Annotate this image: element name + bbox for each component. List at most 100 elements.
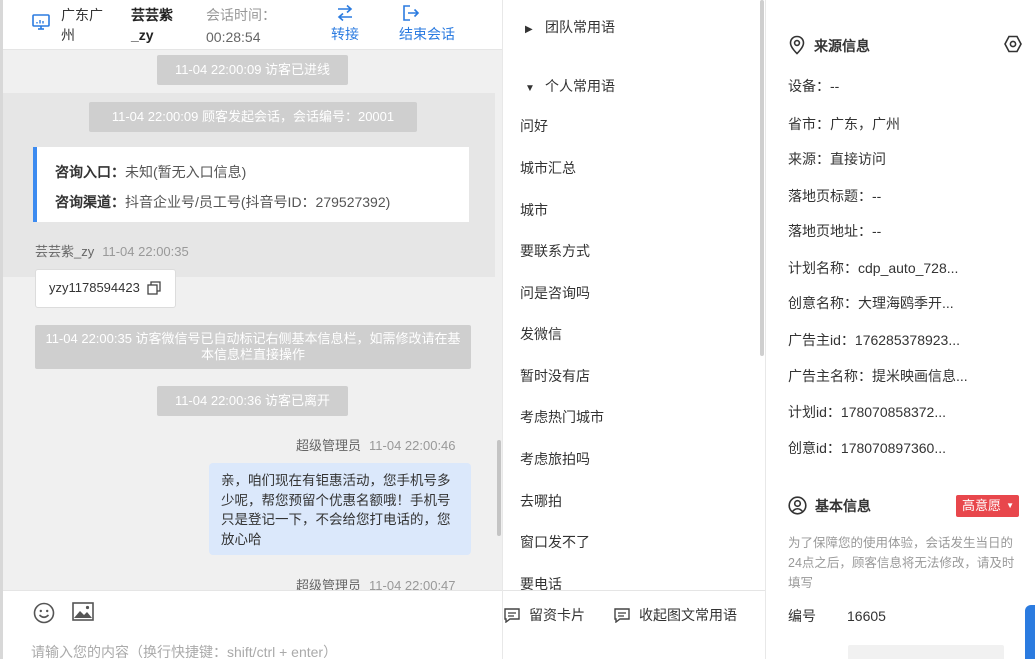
page-scrollbar[interactable] (1025, 605, 1035, 659)
message-icon (614, 608, 630, 624)
info-row-landing-title: 落地页标题：-- (788, 186, 1028, 206)
info-row-creative-name: 创意名称：大理海鸥季开... (788, 293, 1028, 313)
info-label: 计划id： (788, 404, 841, 420)
settings-icon[interactable] (1003, 34, 1023, 54)
channel-line: 咨询渠道：抖音企业号/员工号(抖音号ID：279527392) (55, 187, 469, 217)
team-phrases-label: 团队常用语 (545, 19, 615, 35)
info-row-province: 省市：广东，广州 (788, 114, 1028, 134)
info-row-advertiser-id: 广告主id：176285378923... (788, 330, 1028, 350)
phrases-scrollbar[interactable] (760, 0, 764, 356)
collapse-phrases-button[interactable]: 收起图文常用语 (613, 605, 737, 625)
visitor-info-panel: 来源信息 设备：-- 省市：广东，广州 来源：直接访问 落地页标题：-- 落地页… (766, 0, 1035, 659)
info-value: 大理海鸥季开... (858, 295, 954, 311)
admin-time: 11-04 22:00:46 (369, 438, 456, 453)
info-label: 落地页标题： (788, 188, 872, 204)
message-input[interactable] (31, 641, 491, 659)
caret-right-icon: ▶ (525, 24, 533, 35)
info-value: 178070858372... (840, 404, 947, 420)
info-label: 创意id： (788, 440, 841, 456)
system-message-session-start: 11-04 22:00:09 顾客发起会话，会话编号：20001 (89, 102, 417, 132)
id-label: 编号 (788, 608, 816, 624)
entry-line: 咨询入口：未知(暂无入口信息) (55, 157, 469, 187)
phrase-item[interactable]: 问好 (520, 116, 548, 136)
info-value: -- (872, 223, 882, 239)
copy-icon[interactable] (147, 281, 161, 295)
info-label: 计划名称： (788, 260, 858, 276)
info-row-landing-url: 落地页地址：-- (788, 221, 1028, 241)
phrase-item[interactable]: 去哪拍 (520, 491, 562, 511)
image-icon[interactable] (71, 601, 95, 623)
info-label: 广告主id： (788, 332, 855, 348)
phrase-item[interactable]: 城市 (520, 200, 548, 220)
session-time-label: 会话时间： (206, 7, 276, 23)
info-value: -- (830, 78, 840, 94)
visitor-message-meta: 芸芸紫_zy 11-04 22:00:35 (35, 243, 189, 261)
info-row-plan-name: 计划名称：cdp_auto_728... (788, 258, 1028, 278)
phrase-item[interactable]: 发微信 (520, 324, 562, 344)
info-value: 广东，广州 (830, 116, 900, 132)
entry-value: 未知(暂无入口信息) (125, 164, 247, 180)
end-session-button[interactable]: 结束会话 (399, 4, 471, 44)
intent-level-dropdown[interactable]: 高意愿 ▼ (956, 495, 1020, 517)
system-message-wechat: 11-04 22:00:35 访客微信号已自动标记右侧基本信息栏，如需修改请在基… (35, 325, 471, 369)
id-value: 16605 (847, 608, 886, 624)
lead-card-label: 留资卡片 (529, 607, 585, 623)
info-value: -- (872, 188, 882, 204)
chat-panel: 广东广州 芸芸紫_zy 会话时间： 00:28:54 转接 结束会话 11-04… (0, 0, 502, 659)
phrases-footer: 留资卡片 收起图文常用语 (503, 590, 765, 659)
info-label: 广告主名称： (788, 368, 872, 384)
transfer-button[interactable]: 转接 (325, 4, 365, 44)
admin-message-text: 亲，咱们现在有钜惠活动，您手机号多少呢，帮您预留个优惠名额哦！手机号只是登记一下… (221, 473, 451, 547)
personal-phrases-group[interactable]: ▼ 个人常用语 (525, 76, 615, 99)
system-message-left: 11-04 22:00:36 访客已离开 (157, 386, 348, 416)
basic-info-title: 基本信息 (788, 496, 871, 516)
visitor-location: 广东广州 (61, 7, 103, 43)
info-value: 直接访问 (830, 151, 886, 167)
transfer-icon (337, 4, 353, 22)
phrase-item[interactable]: 问是咨询吗 (520, 283, 590, 303)
info-label: 落地页地址： (788, 223, 872, 239)
info-row-source: 来源：直接访问 (788, 149, 1028, 169)
admin-time-2: 11-04 22:00:47 (369, 578, 456, 590)
info-value: cdp_auto_728... (858, 260, 959, 276)
info-label: 设备： (788, 78, 830, 94)
info-label: 创意名称： (788, 295, 858, 311)
monitor-icon (32, 14, 50, 30)
entry-label: 咨询入口： (55, 164, 125, 180)
chat-scrollbar[interactable] (497, 440, 501, 536)
info-row-device: 设备：-- (788, 76, 1028, 96)
caret-down-icon: ▼ (525, 83, 535, 94)
info-label: 来源： (788, 151, 830, 167)
phrase-item[interactable]: 窗口发不了 (520, 532, 590, 552)
transfer-label: 转接 (331, 26, 359, 42)
exit-icon (403, 5, 420, 21)
emoji-icon[interactable] (33, 602, 55, 624)
user-icon (788, 496, 807, 515)
phrase-item[interactable]: 考虑旅拍吗 (520, 449, 590, 469)
admin-sender: 超级管理员 (296, 438, 362, 453)
visitor-message-bubble: yzy1178594423 (35, 269, 176, 308)
admin-sender-2: 超级管理员 (296, 578, 362, 590)
collapse-phrases-label: 收起图文常用语 (639, 607, 737, 623)
info-value: 176285378923... (854, 332, 961, 348)
info-value: 178070897360... (840, 440, 947, 456)
phrase-item[interactable]: 城市汇总 (520, 158, 576, 178)
team-phrases-group[interactable]: ▶ 团队常用语 (525, 17, 615, 40)
chat-header: 广东广州 芸芸紫_zy 会话时间： 00:28:54 转接 结束会话 (3, 0, 502, 50)
lead-card-button[interactable]: 留资卡片 (503, 605, 585, 625)
partial-input-field[interactable] (848, 645, 1004, 659)
source-info-label: 来源信息 (814, 38, 870, 54)
location-pin-icon (789, 35, 805, 55)
phrase-item[interactable]: 暂时没有店 (520, 366, 590, 386)
phrase-item[interactable]: 考虑热门城市 (520, 407, 604, 427)
caret-down-icon: ▼ (1006, 501, 1015, 510)
channel-value: 抖音企业号/员工号(抖音号ID：279527392) (125, 194, 391, 210)
channel-label: 咨询渠道： (55, 194, 125, 210)
visitor-sender: 芸芸紫_zy (35, 244, 95, 259)
message-list[interactable]: 11-04 22:00:09 访客已进线 11-04 22:00:09 顾客发起… (3, 50, 502, 590)
info-row-plan-id: 计划id：178070858372... (788, 402, 1028, 422)
visitor-time: 11-04 22:00:35 (102, 244, 189, 259)
phrase-item[interactable]: 要联系方式 (520, 241, 590, 261)
admin-message-meta-2: 超级管理员 11-04 22:00:47 (296, 577, 456, 590)
admin-message-meta: 超级管理员 11-04 22:00:46 (296, 437, 456, 455)
